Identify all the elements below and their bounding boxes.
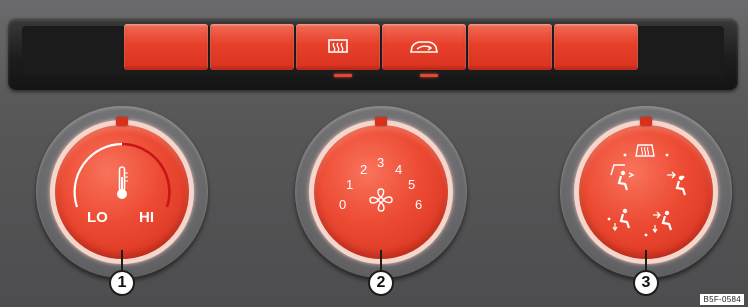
upper-body-vent-icon xyxy=(667,171,687,196)
air-distribution-knob[interactable] xyxy=(579,125,713,259)
blank-button-1[interactable] xyxy=(124,24,208,70)
air-recirculation-indicator xyxy=(420,74,438,77)
fan-speed-0: 0 xyxy=(339,197,347,212)
figure-reference-code: B5F-0584 xyxy=(700,294,744,305)
callout-3: 3 xyxy=(633,270,659,296)
blank-button-6[interactable] xyxy=(554,24,638,70)
button-row xyxy=(124,24,638,70)
windscreen-defrost-icon xyxy=(635,144,655,157)
fan-speed-4: 4 xyxy=(395,162,403,177)
fan-icon xyxy=(369,188,393,212)
callout-1: 1 xyxy=(109,270,135,296)
fan-speed-6: 6 xyxy=(415,197,423,212)
rear-window-defrost-button[interactable] xyxy=(296,24,380,70)
rear-window-defrost-indicator xyxy=(334,74,352,77)
footwell-vent-icon xyxy=(612,208,631,232)
fan-speed-5: 5 xyxy=(408,177,416,192)
callout-2: 2 xyxy=(368,270,394,296)
fan-speed-knob-marker xyxy=(375,117,387,126)
blank-button-2[interactable] xyxy=(210,24,294,70)
temperature-knob-marker xyxy=(116,117,128,126)
fan-speed-2: 2 xyxy=(360,162,368,177)
fan-speed-3: 3 xyxy=(377,155,385,170)
fan-speed-knob[interactable]: 0 1 2 3 4 5 6 xyxy=(314,125,448,259)
fan-speed-1: 1 xyxy=(346,177,354,192)
rear-window-defrost-icon xyxy=(328,39,348,53)
temperature-knob[interactable]: LO HI xyxy=(55,125,189,259)
air-recirculation-button[interactable] xyxy=(382,24,466,70)
blank-button-5[interactable] xyxy=(468,24,552,70)
temperature-high-label: HI xyxy=(139,209,154,226)
temperature-low-label: LO xyxy=(87,209,108,226)
climate-control-panel: LO HI 1 0 1 2 3 4 5 6 2 3 B5F-0584 xyxy=(0,0,748,307)
upper-body-and-footwell-icon xyxy=(652,210,673,234)
air-recirculation-icon xyxy=(410,41,438,53)
thermometer-icon xyxy=(117,166,128,199)
windscreen-and-footwell-icon xyxy=(610,164,635,191)
air-distribution-knob-marker xyxy=(640,117,652,126)
